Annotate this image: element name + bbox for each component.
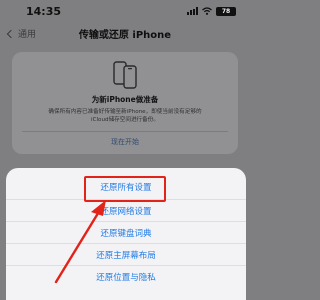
status-bar: 14:35 78 bbox=[0, 0, 250, 22]
reset-home-screen-layout-option[interactable]: 还原主屏幕布局 bbox=[6, 244, 246, 266]
page-title: 传输或还原 iPhone bbox=[78, 29, 172, 41]
battery-level: 78 bbox=[221, 7, 231, 15]
status-icons: 78 bbox=[187, 6, 236, 16]
back-button[interactable]: 通用 bbox=[6, 27, 37, 40]
start-now-link[interactable]: 现在开始 bbox=[111, 137, 139, 147]
reset-keyboard-dictionary-option[interactable]: 还原键盘词典 bbox=[6, 222, 246, 244]
navigation-bar: 通用 传输或还原 iPhone bbox=[0, 22, 250, 44]
cellular-signal-icon bbox=[187, 7, 198, 15]
phones-transfer-icon bbox=[113, 61, 137, 89]
back-label: 通用 bbox=[18, 30, 37, 40]
reset-location-privacy-option[interactable]: 还原位置与隐私 bbox=[6, 266, 246, 288]
battery-icon: 78 bbox=[216, 6, 236, 16]
chevron-left-icon bbox=[6, 29, 16, 38]
status-time: 14:35 bbox=[26, 4, 62, 18]
card-heading: 为新iPhone做准备 bbox=[91, 95, 159, 104]
wifi-icon bbox=[202, 7, 212, 15]
prepare-new-iphone-card: 为新iPhone做准备 确保所有内容已准备好传输至新iPhone，即使当前没有足… bbox=[12, 52, 238, 154]
card-divider bbox=[22, 131, 228, 132]
annotation-highlight-box bbox=[84, 176, 166, 202]
card-description: 确保所有内容已准备好传输至新iPhone，即使当前没有足够的iCloud储存空间… bbox=[48, 109, 202, 123]
reset-network-settings-option[interactable]: 还原网络设置 bbox=[6, 200, 246, 222]
